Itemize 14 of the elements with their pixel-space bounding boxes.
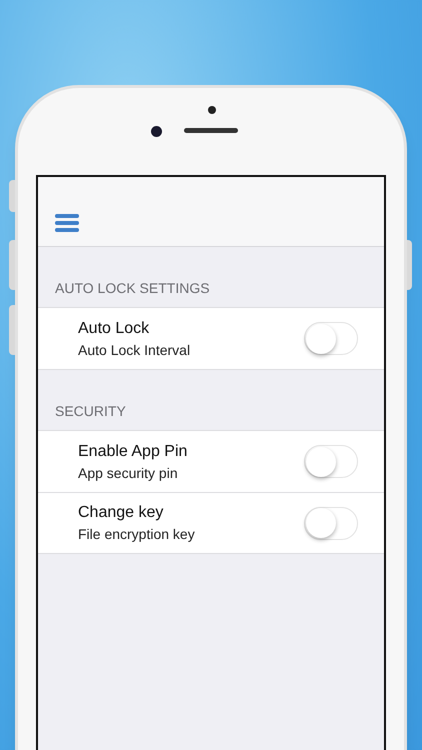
section-header: AUTO LOCK SETTINGS xyxy=(55,279,210,298)
section-header: SECURITY xyxy=(55,402,126,421)
speaker-grille xyxy=(184,128,238,133)
camera-lens xyxy=(151,126,162,137)
menu-icon[interactable] xyxy=(55,214,79,232)
toggle-switch[interactable] xyxy=(304,445,358,478)
row-title: Enable App Pin xyxy=(78,442,188,462)
toggle-switch[interactable] xyxy=(304,506,358,540)
toggle-switch[interactable] xyxy=(304,322,358,355)
row-subtitle: Auto Lock Interval xyxy=(78,340,192,360)
row-subtitle: File encryption key xyxy=(78,525,196,544)
row-subtitle: App security pin xyxy=(78,464,179,482)
row-title: Change key xyxy=(78,503,164,523)
row-title: Auto Lock xyxy=(78,318,150,338)
